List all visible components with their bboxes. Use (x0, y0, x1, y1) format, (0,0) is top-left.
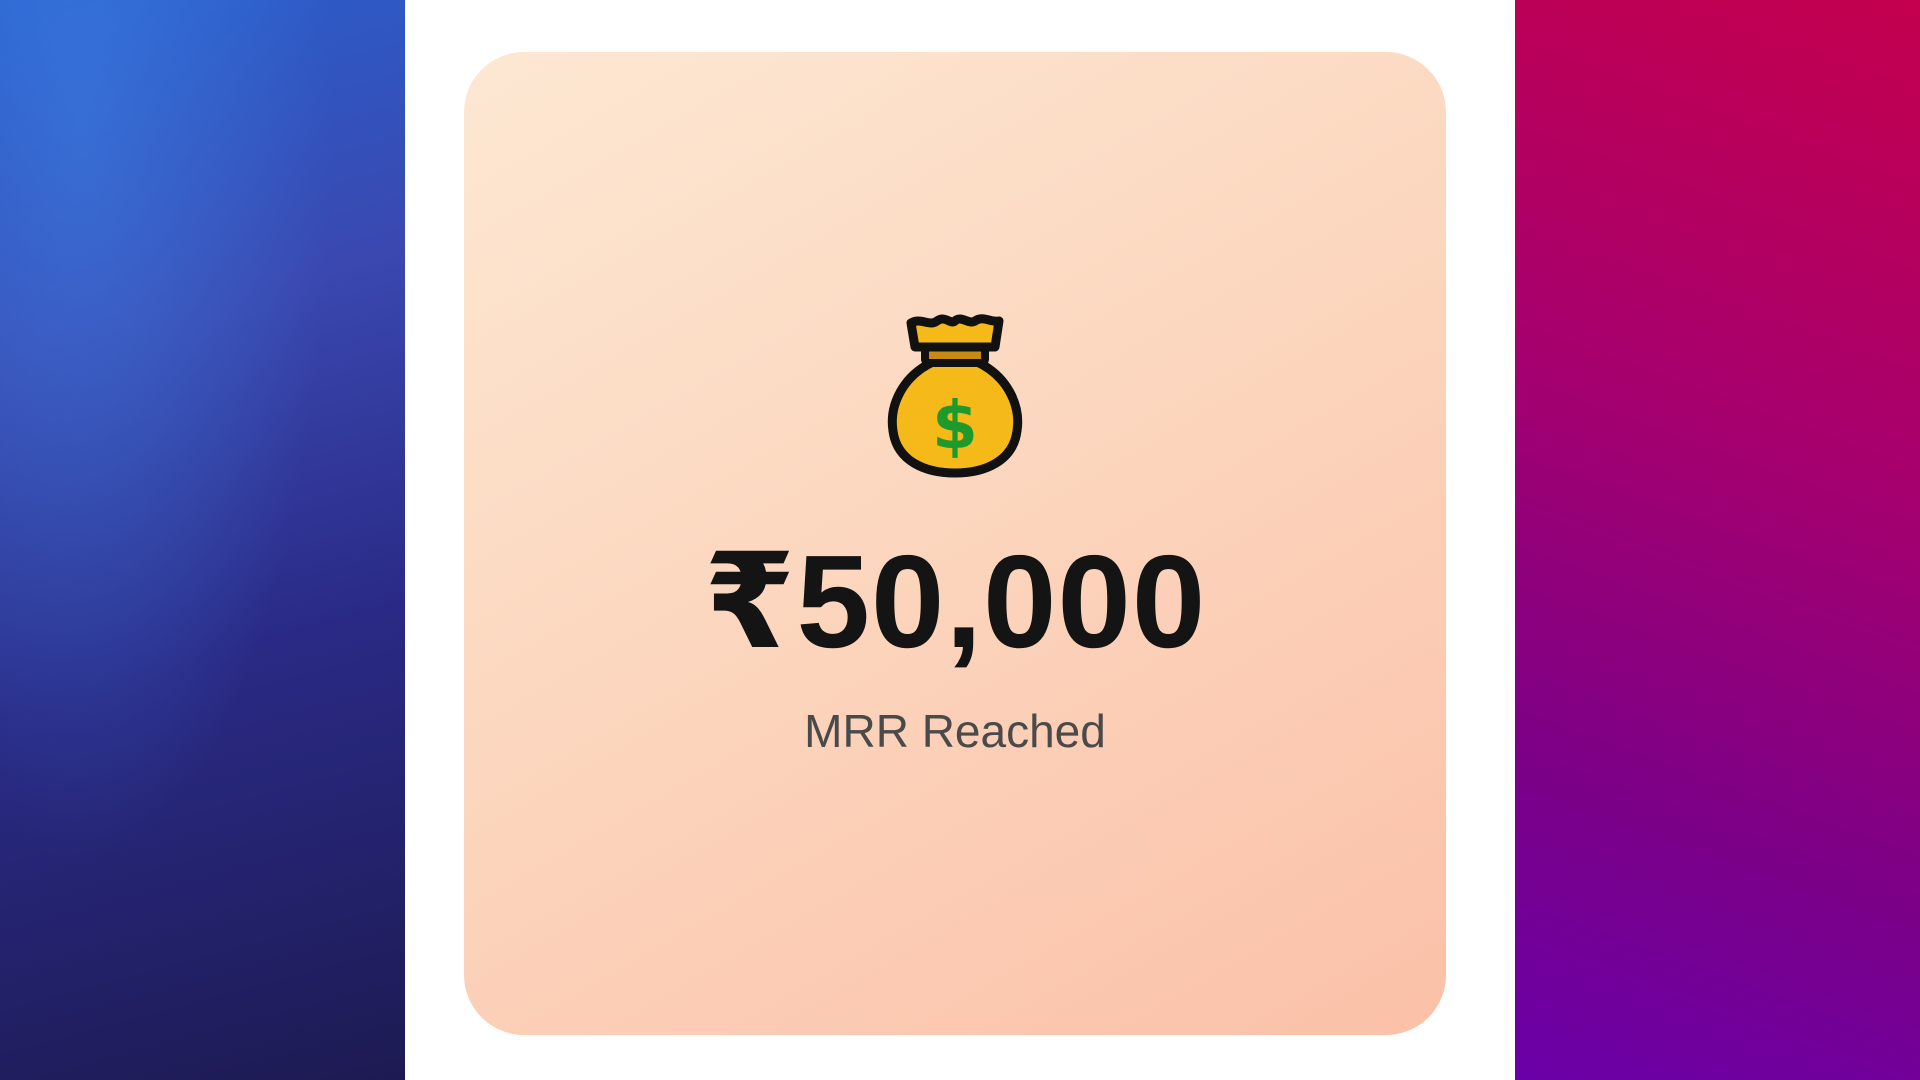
mrr-amount: ₹50,000 (703, 528, 1207, 675)
mrr-label: MRR Reached (804, 705, 1106, 757)
left-gradient-panel (0, 0, 405, 1080)
stage: $ ₹50,000 MRR Reached (0, 0, 1920, 1080)
money-bag-icon: $ (887, 314, 1023, 478)
svg-text:$: $ (932, 387, 978, 464)
center-panel: $ ₹50,000 MRR Reached (405, 0, 1515, 1080)
milestone-card: $ ₹50,000 MRR Reached (464, 52, 1446, 1035)
right-gradient-panel (1515, 0, 1920, 1080)
